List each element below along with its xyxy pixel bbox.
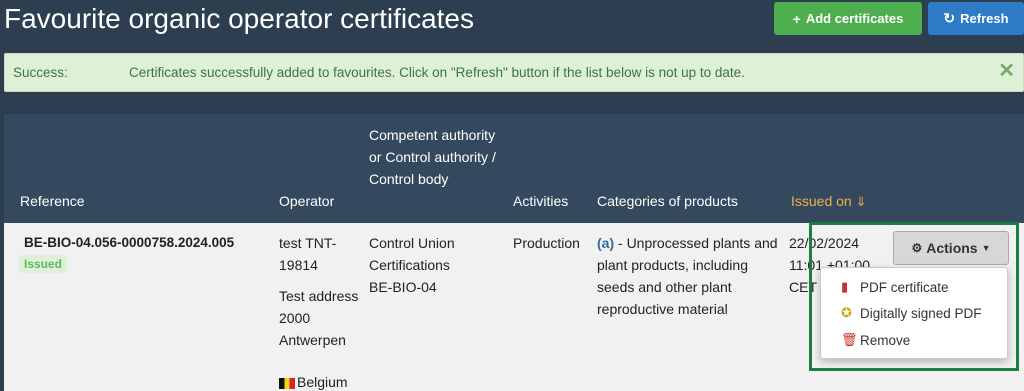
refresh-icon: ↻ — [943, 10, 956, 26]
alert-message: Certificates successfully added to favou… — [129, 65, 745, 80]
refresh-label: Refresh — [960, 11, 1009, 26]
category-text: - Unprocessed plants and plant products,… — [597, 235, 778, 317]
pdf-file-icon: ▮ — [841, 279, 849, 294]
header-reference[interactable]: Reference — [20, 190, 85, 212]
menu-item-digitally-signed-pdf[interactable]: ✪ Digitally signed PDF — [841, 305, 982, 321]
plus-icon: + — [792, 10, 801, 27]
header-operator[interactable]: Operator — [279, 190, 334, 212]
operator-country-label: Belgium — [297, 374, 348, 390]
reference-cell[interactable]: BE-BIO-04.056-0000758.2024.005 — [24, 232, 234, 254]
operator-name: test TNT-19814 — [279, 235, 337, 273]
add-certificates-label: Add certificates — [805, 11, 904, 26]
header-authority[interactable]: Competent authority or Control authority… — [369, 124, 509, 190]
caret-down-icon: ▼ — [981, 243, 991, 253]
category-code[interactable]: (a) — [597, 235, 614, 251]
operator-address: Test address 2000 Antwerpen — [279, 288, 359, 348]
gears-icon: ⚙ — [911, 241, 923, 255]
actions-label: Actions — [926, 240, 978, 256]
menu-item-label: PDF certificate — [860, 279, 949, 295]
add-certificates-button[interactable]: + Add certificates — [774, 2, 922, 35]
menu-item-pdf-certificate[interactable]: ▮ PDF certificate — [841, 279, 949, 295]
alert-label: Success: — [13, 65, 68, 80]
activity-cell: Production — [513, 235, 580, 251]
header-issued-on[interactable]: Issued on ⇓ — [791, 190, 867, 213]
actions-dropdown: ▮ PDF certificate ✪ Digitally signed PDF… — [820, 267, 1008, 359]
header-categories[interactable]: Categories of products — [597, 190, 738, 212]
table-header: Reference Operator Competent authority o… — [4, 114, 1024, 223]
issued-on-label: Issued on — [791, 193, 852, 209]
success-alert: Success: Certificates successfully added… — [4, 53, 1024, 92]
certificate-badge-icon: ✪ — [841, 305, 852, 320]
authority-code: BE-BIO-04 — [369, 279, 437, 295]
belgium-flag-icon — [279, 377, 295, 389]
category-cell: (a) - Unprocessed plants and plant produ… — [597, 232, 787, 320]
trash-icon: 🗑 — [841, 332, 858, 347]
menu-item-remove[interactable]: 🗑 Remove — [841, 332, 910, 348]
operator-country: Belgium — [279, 371, 348, 391]
authority-name: Control Union Certifications — [369, 235, 455, 273]
menu-item-label: Remove — [860, 332, 911, 348]
menu-item-label: Digitally signed PDF — [860, 305, 982, 321]
refresh-button[interactable]: ↻ Refresh — [928, 2, 1024, 35]
sort-desc-icon: ⇓ — [855, 194, 867, 209]
header-activities[interactable]: Activities — [513, 190, 568, 212]
actions-button[interactable]: ⚙ Actions ▼ — [893, 231, 1009, 265]
status-badge: Issued — [19, 255, 68, 273]
page-title: Favourite organic operator certificates — [4, 3, 474, 34]
close-icon[interactable]: ✕ — [998, 58, 1015, 83]
